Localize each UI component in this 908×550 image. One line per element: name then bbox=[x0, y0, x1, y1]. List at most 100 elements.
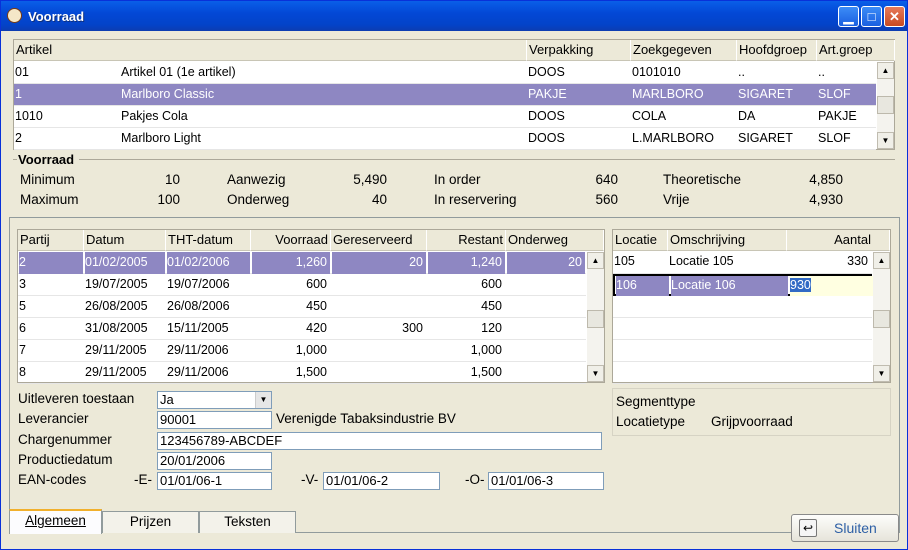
tab-algemeen[interactable]: Algemeen bbox=[9, 509, 102, 534]
partij-row[interactable]: 8 29/11/2005 29/11/2006 1,500 1,500 bbox=[18, 362, 586, 384]
article-cell: Pakjes Cola bbox=[121, 109, 188, 123]
ean-e-label: -E- bbox=[134, 472, 152, 487]
partij-cell: 20 bbox=[507, 252, 585, 274]
locatie-row[interactable]: 105 Locatie 105 330 bbox=[613, 252, 872, 274]
header-restant[interactable]: Restant bbox=[427, 230, 506, 251]
article-cell: DA bbox=[738, 109, 756, 123]
locatietype-label: Locatietype bbox=[616, 414, 686, 429]
uitleveren-select[interactable]: Ja ▼ bbox=[157, 391, 272, 409]
locatie-scrollbar[interactable]: ▲ ▼ bbox=[873, 252, 890, 382]
maximize-button[interactable]: □ bbox=[861, 6, 882, 27]
article-row[interactable]: 01 Artikel 01 (1e artikel) DOOS 0101010.... bbox=[14, 62, 876, 84]
close-button[interactable]: ✕ bbox=[884, 6, 905, 27]
header-hoofdgroep[interactable]: Hoofdgroep bbox=[737, 40, 817, 61]
partij-cell: 29/11/2005 bbox=[85, 365, 147, 379]
locatie-row[interactable] bbox=[613, 340, 872, 362]
aantal-edit-value[interactable]: 930 bbox=[790, 278, 811, 292]
scroll-up-icon[interactable]: ▲ bbox=[877, 62, 894, 79]
locatie-row[interactable] bbox=[613, 318, 872, 340]
partij-cell: 6 bbox=[19, 321, 26, 335]
tab-algemeen-label: Algemeen bbox=[25, 513, 86, 528]
header-zoekgegeven[interactable]: Zoekgegeven bbox=[631, 40, 737, 61]
locatie-row[interactable] bbox=[613, 362, 872, 384]
ean-label: EAN-codes bbox=[18, 472, 87, 487]
partij-row[interactable]: 5 26/08/2005 26/08/2006 450 450 bbox=[18, 296, 586, 318]
partij-row[interactable]: 6 31/08/2005 15/11/2005 420 300 120 bbox=[18, 318, 586, 340]
header-gereserveerd[interactable]: Gereserveerd bbox=[331, 230, 427, 251]
leverancier-code-field[interactable]: 90001 bbox=[157, 411, 272, 429]
scroll-thumb[interactable] bbox=[587, 310, 604, 328]
partij-cell: 7 bbox=[19, 343, 26, 357]
article-row[interactable]: 1010 Pakjes Cola DOOS COLA DA PAKJE bbox=[14, 106, 876, 128]
article-cell: PAKJE bbox=[528, 87, 567, 101]
partij-cell: 5 bbox=[19, 299, 26, 313]
locatie-row[interactable]: 106 Locatie 106 930 bbox=[613, 274, 873, 296]
chargenummer-field[interactable]: 123456789-ABCDEF bbox=[157, 432, 602, 450]
partij-cell: 120 bbox=[481, 321, 502, 335]
partij-scrollbar[interactable]: ▲ ▼ bbox=[587, 252, 604, 382]
partij-cell: 31/08/2005 bbox=[85, 321, 148, 335]
tab-teksten[interactable]: Teksten bbox=[199, 511, 296, 533]
partij-row[interactable]: 3 19/07/2005 19/07/2006 600 600 bbox=[18, 274, 586, 296]
locatie-table: Locatie Omschrijving Aantal 105 Locatie 1… bbox=[612, 229, 891, 384]
productiedatum-field[interactable]: 20/01/2006 bbox=[157, 452, 272, 470]
partij-cell bbox=[507, 296, 585, 318]
article-cell: 01 bbox=[15, 65, 29, 79]
vrije-value: 4,930 bbox=[809, 192, 843, 207]
locatie-cell: 106 bbox=[616, 276, 669, 296]
tab-prijzen[interactable]: Prijzen bbox=[102, 511, 199, 533]
minimize-button[interactable]: ▁ bbox=[838, 6, 859, 27]
article-row[interactable]: 1 Marlboro Classic PAKJE MARLBORO SIGARET SLO… bbox=[14, 84, 876, 106]
partij-cell bbox=[507, 274, 585, 296]
inreservering-value: 560 bbox=[595, 192, 618, 207]
partij-cell bbox=[332, 340, 426, 362]
article-scrollbar[interactable]: ▲ ▼ bbox=[877, 62, 894, 149]
leverancier-label: Leverancier bbox=[18, 411, 89, 426]
article-cell: PAKJE bbox=[818, 109, 857, 123]
scroll-thumb[interactable] bbox=[877, 96, 894, 114]
locatie-cell: Locatie 105 bbox=[669, 254, 734, 268]
maximum-label: Maximum bbox=[20, 192, 79, 207]
scroll-down-icon[interactable]: ▼ bbox=[587, 365, 604, 382]
close-icon: ✕ bbox=[889, 9, 900, 24]
locatie-row[interactable] bbox=[613, 296, 872, 318]
header-omschrijving[interactable]: Omschrijving bbox=[668, 230, 787, 251]
scroll-down-icon[interactable]: ▼ bbox=[877, 132, 894, 149]
partij-row[interactable]: 2 01/02/2005 01/02/2006 1,260 20 1,240 20 bbox=[18, 252, 586, 274]
header-voorraad[interactable]: Voorraad bbox=[251, 230, 331, 251]
article-row[interactable]: 2 Marlboro Light DOOS L.MARLBORO SIGARET SLOF bbox=[14, 128, 876, 150]
title-bar[interactable]: Voorraad ▁ □ ✕ bbox=[1, 1, 907, 31]
scroll-down-icon[interactable]: ▼ bbox=[873, 365, 890, 382]
partij-cell: 2 bbox=[19, 252, 83, 274]
locatie-cell: 330 bbox=[847, 254, 868, 268]
ean-o-field[interactable]: 01/01/06-3 bbox=[488, 472, 604, 490]
partij-cell: 15/11/2005 bbox=[167, 321, 229, 335]
header-locatie[interactable]: Locatie bbox=[613, 230, 668, 251]
partij-cell: 01/02/2006 bbox=[167, 252, 250, 274]
ean-e-field[interactable]: 01/01/06-1 bbox=[157, 472, 272, 490]
header-tht-datum[interactable]: THT-datum bbox=[166, 230, 251, 251]
article-cell: SLOF bbox=[818, 87, 851, 101]
scroll-thumb[interactable] bbox=[873, 310, 890, 328]
header-onderweg[interactable]: Onderweg bbox=[506, 230, 604, 251]
partij-row[interactable]: 7 29/11/2005 29/11/2006 1,000 1,000 bbox=[18, 340, 586, 362]
header-artgroep[interactable]: Art.groep bbox=[817, 40, 895, 61]
segmenttype-label: Segmenttype bbox=[616, 394, 696, 409]
chevron-down-icon[interactable]: ▼ bbox=[255, 392, 271, 408]
header-partij[interactable]: Partij bbox=[18, 230, 84, 251]
tab-teksten-label: Teksten bbox=[224, 514, 271, 529]
article-cell: L.MARLBORO bbox=[632, 131, 714, 145]
header-aantal[interactable]: Aantal bbox=[787, 230, 890, 251]
header-datum[interactable]: Datum bbox=[84, 230, 166, 251]
header-artikel[interactable]: Artikel bbox=[14, 40, 527, 61]
ean-v-field[interactable]: 01/01/06-2 bbox=[323, 472, 440, 490]
scroll-up-icon[interactable]: ▲ bbox=[873, 252, 890, 269]
sluiten-button[interactable]: ↩ Sluiten bbox=[791, 514, 899, 542]
article-table: Artikel Verpakking Zoekgegeven Hoofdgroe… bbox=[13, 39, 895, 150]
scroll-up-icon[interactable]: ▲ bbox=[587, 252, 604, 269]
header-verpakking[interactable]: Verpakking bbox=[527, 40, 631, 61]
uitleveren-value: Ja bbox=[160, 392, 174, 407]
locatie-cell[interactable]: 930 bbox=[790, 276, 873, 296]
article-cell: COLA bbox=[632, 109, 667, 123]
exit-arrow-icon: ↩ bbox=[799, 519, 817, 537]
